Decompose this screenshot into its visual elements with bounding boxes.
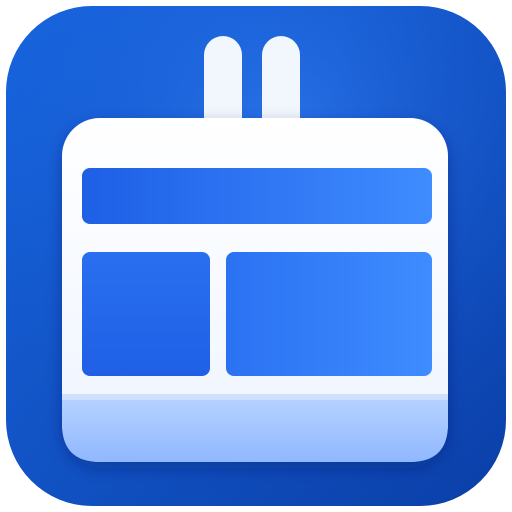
calendar-header-panel: [82, 168, 432, 224]
calendar-left-panel: [82, 252, 210, 376]
calendar-right-panel: [226, 252, 432, 376]
app-icon[interactable]: [6, 6, 506, 506]
calendar-layout-icon: [6, 6, 506, 506]
calendar-footer-highlight: [62, 394, 448, 400]
calendar-footer-band: [62, 394, 448, 462]
app-icon-stage: [0, 0, 512, 512]
